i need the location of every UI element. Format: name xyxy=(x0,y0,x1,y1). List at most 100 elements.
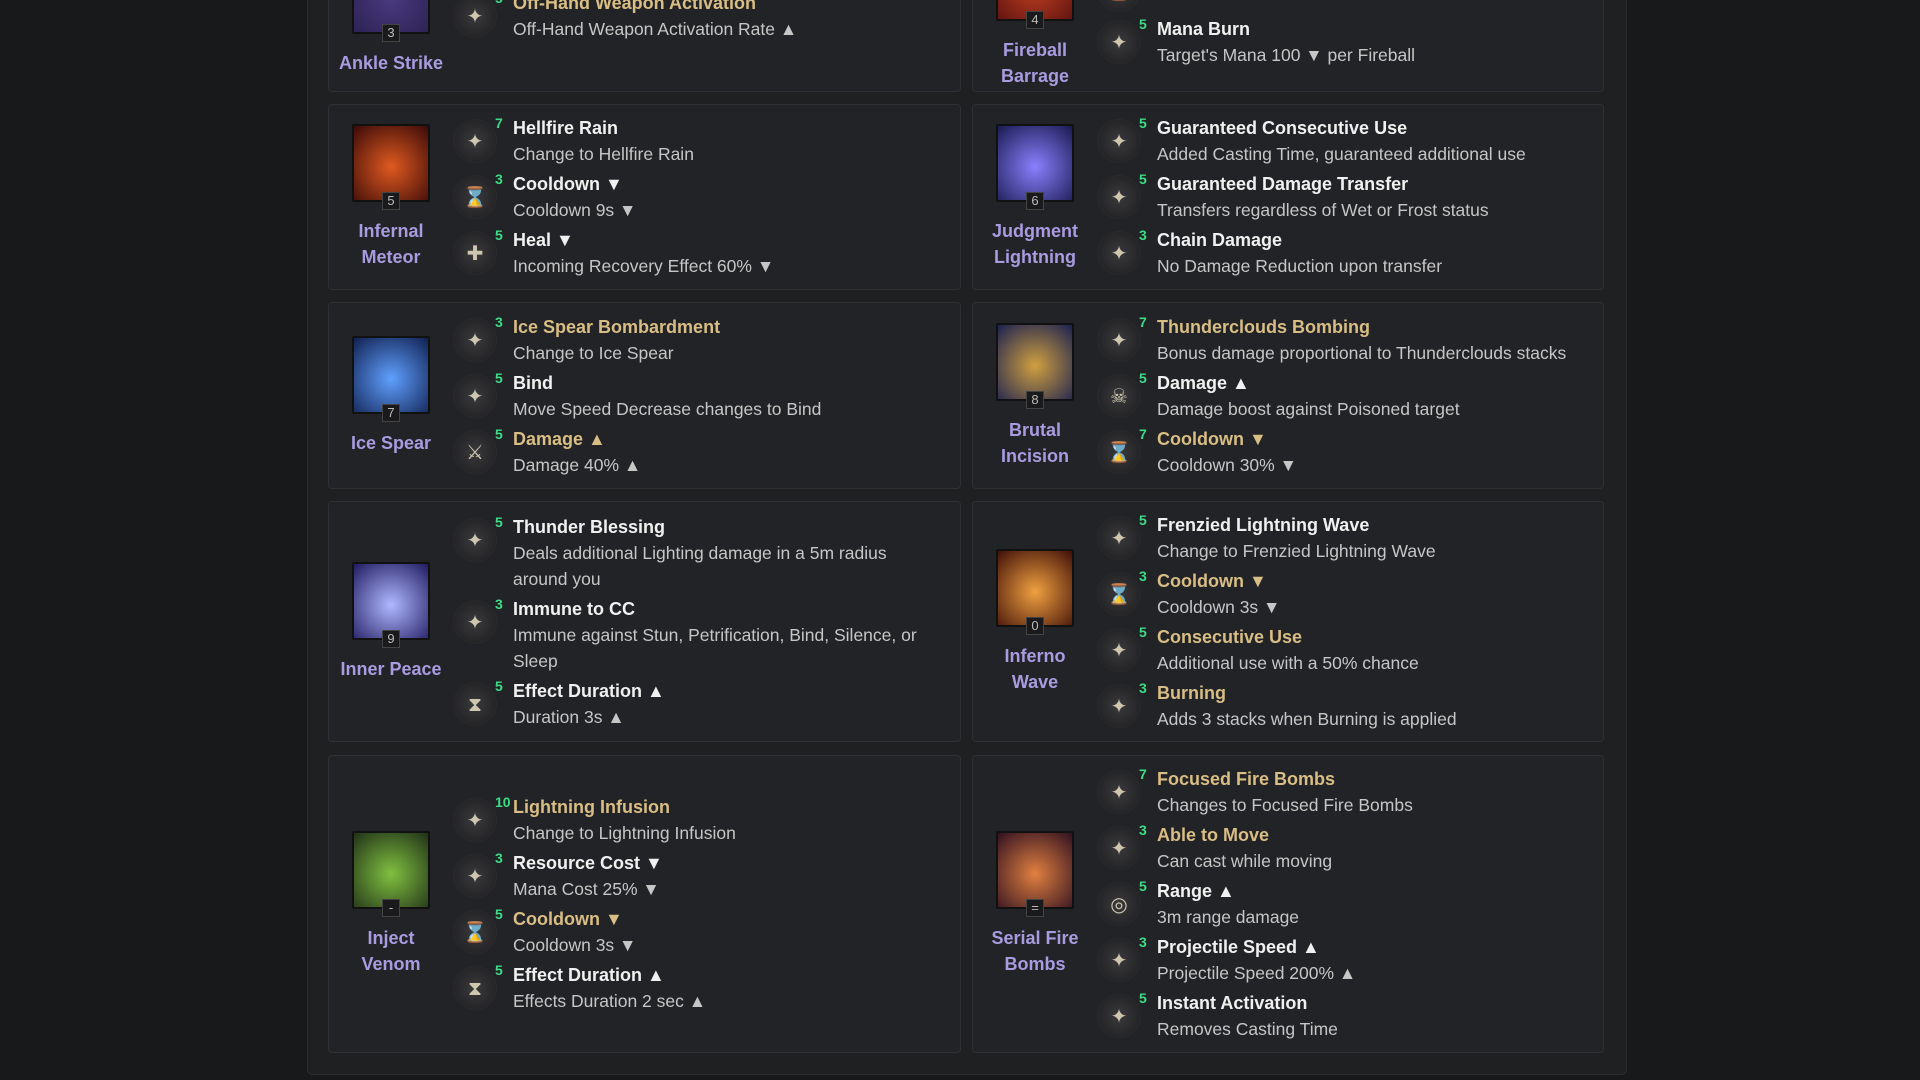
modifier-list: ✦ 7 Focused Fire Bombs Changes to Focuse… xyxy=(1097,766,1603,1042)
modifier[interactable]: ✦ 5 Instant Activation Removes Casting T… xyxy=(1097,990,1583,1042)
modifier[interactable]: ✚ 5 Heal ▼ Incoming Recovery Effect 60% … xyxy=(453,227,940,279)
skill-level-badge: 6 xyxy=(1026,192,1044,210)
skill-icon[interactable]: 3 xyxy=(352,0,430,42)
skill-level-badge: = xyxy=(1026,899,1044,917)
skill[interactable]: - Inject Venom xyxy=(329,831,453,977)
skill-icon[interactable]: 0 xyxy=(996,548,1074,635)
modifier-title: Frenzied Lightning Wave xyxy=(1157,514,1370,535)
modifier-list: ✦ 5 Off-Hand Weapon Activation Off-Hand … xyxy=(453,0,960,42)
modifier-title: Effect Duration ▲ xyxy=(513,965,665,985)
modifier[interactable]: ⌛ 5 Cooldown ▼ Cooldown 3s ▼ xyxy=(453,906,940,958)
skill-level-badge: 9 xyxy=(382,629,400,648)
consecutive-icon: ✦ xyxy=(1097,627,1141,672)
skill[interactable]: 5 Infernal Meteor xyxy=(329,124,453,270)
modifier-title: Projectile Speed ▲ xyxy=(1157,937,1320,957)
modifier-list: ✦ 5 Thunder Blessing Deals additional Li… xyxy=(453,514,960,730)
skill-icon[interactable]: 5 xyxy=(352,124,430,210)
modifier-title: Thunder Blessing xyxy=(513,516,666,537)
skill-name: Infernal Meteor xyxy=(358,221,424,267)
skill-icon[interactable]: 4 xyxy=(996,0,1074,29)
modifier[interactable]: ✦ 3 Burning Adds 3 stacks when Burning i… xyxy=(1097,680,1583,732)
skill-card: 0 Inferno Wave ✦ 5 Frenzied Lightning Wa… xyxy=(972,501,1604,742)
modifier[interactable]: ✦ 7 Hellfire Rain Change to Hellfire Rai… xyxy=(453,115,940,167)
modifier-level: 5 xyxy=(495,513,503,530)
modifier-level: 3 xyxy=(1139,227,1147,243)
modifier[interactable]: ✦ 7 Thunderclouds Bombing Bonus damage p… xyxy=(1097,314,1583,366)
modifier[interactable]: ✦ 3 Chain Damage No Damage Reduction upo… xyxy=(1097,227,1583,279)
skill-icon[interactable]: 8 xyxy=(996,322,1074,409)
skill[interactable]: 4 Fireball Barrage xyxy=(973,0,1097,89)
modifier[interactable]: ✦ 10 Lightning Infusion Change to Lightn… xyxy=(453,794,940,846)
skill-icon[interactable]: 7 xyxy=(352,335,430,422)
modifier-level: 3 xyxy=(495,171,503,187)
modifier[interactable]: ✦ 5 Off-Hand Weapon Activation Off-Hand … xyxy=(453,0,940,42)
modifier[interactable]: ✦ 5 Consecutive Use Additional use with … xyxy=(1097,624,1583,676)
modifier-title: Effect Duration ▲ xyxy=(513,680,665,701)
skill[interactable]: = Serial Fire Bombs xyxy=(973,831,1097,977)
skill[interactable]: 0 Inferno Wave xyxy=(973,548,1097,695)
skill-name: Judgment Lightning xyxy=(991,221,1078,267)
damage-icon: ⚔ xyxy=(453,429,497,474)
modifier[interactable]: ⧗ 5 Effect Duration ▲ Effects Duration 2… xyxy=(453,962,940,1014)
skill[interactable]: 7 Ice Spear xyxy=(329,335,453,456)
modifier[interactable]: ⌛ 3 Cooldown ▼ Cooldown 9s ▼ xyxy=(453,171,940,223)
modifier[interactable]: ✦ 5 Guaranteed Damage Transfer Transfers… xyxy=(1097,171,1583,223)
modifier-list: ✦ 5 Guaranteed Consecutive Use Added Cas… xyxy=(1097,115,1603,279)
skill[interactable]: 8 Brutal Incision xyxy=(973,322,1097,469)
modifier[interactable]: ✦ 3 Resource Cost ▼ Mana Cost 25% ▼ xyxy=(453,850,940,902)
skill-card: 8 Brutal Incision ✦ 7 Thunderclouds Bomb… xyxy=(972,302,1604,489)
modifier[interactable]: ✦ 7 Focused Fire Bombs Changes to Focuse… xyxy=(1097,766,1583,818)
modifier-level: 5 xyxy=(1139,511,1147,528)
skill[interactable]: 3 Ankle Strike xyxy=(329,0,453,76)
modifier[interactable]: ◎ 5 Range ▲ 3m range damage xyxy=(1097,878,1583,930)
modifier[interactable]: ✦ 5 Mana Burn Target's Mana 100 ▼ per Fi… xyxy=(1097,16,1583,68)
modifier[interactable]: ✦ 5 Frenzied Lightning Wave Change to Fr… xyxy=(1097,512,1583,564)
modifier-level: 7 xyxy=(1139,313,1147,330)
skull-icon: ☠ xyxy=(1097,373,1141,418)
modifier[interactable]: ⌛ Cooldown 5s ▼ xyxy=(1097,0,1583,12)
skill-icon[interactable]: 9 xyxy=(352,561,430,648)
modifier-description: Transfers regardless of Wet or Frost sta… xyxy=(1157,200,1489,220)
skill-icon[interactable]: = xyxy=(996,831,1074,917)
skill-name: Ice Spear xyxy=(350,432,432,453)
burning-icon: ✦ xyxy=(1097,683,1141,728)
skill-name: Inner Peace xyxy=(340,658,442,679)
modifier[interactable]: ⌛ 3 Cooldown ▼ Cooldown 3s ▼ xyxy=(1097,568,1583,620)
modifier-title: Hellfire Rain xyxy=(513,118,619,138)
modifier[interactable]: ✦ 3 Projectile Speed ▲ Projectile Speed … xyxy=(1097,934,1583,986)
modifier[interactable]: ✦ 5 Guaranteed Consecutive Use Added Cas… xyxy=(1097,115,1583,167)
cooldown-icon: ⌛ xyxy=(1097,429,1141,474)
modifier-description: Mana Cost 25% ▼ xyxy=(513,879,660,899)
modifier[interactable]: ✦ 5 Bind Move Speed Decrease changes to … xyxy=(453,370,940,422)
skill-level-badge: 5 xyxy=(382,192,400,210)
modifier-level: 7 xyxy=(1139,766,1147,782)
modifier-title: Resource Cost ▼ xyxy=(513,853,663,873)
modifier[interactable]: ✦ 3 Able to Move Can cast while moving xyxy=(1097,822,1583,874)
modifier-description: Change to Frenzied Lightning Wave xyxy=(1157,540,1436,561)
modifier-level: 5 xyxy=(495,425,503,442)
modifier[interactable]: ✦ 5 Thunder Blessing Deals additional Li… xyxy=(453,514,940,592)
modifier[interactable]: ☠ 5 Damage ▲ Damage boost against Poison… xyxy=(1097,370,1583,422)
skill[interactable]: 6 Judgment Lightning xyxy=(973,124,1097,270)
modifier-title: Heal ▼ xyxy=(513,230,574,250)
modifier-level: 5 xyxy=(1139,990,1147,1006)
skill-icon[interactable]: 6 xyxy=(996,124,1074,210)
bind-icon: ✦ xyxy=(453,373,497,418)
modifier[interactable]: ⧗ 5 Effect Duration ▲ Duration 3s ▲ xyxy=(453,678,940,730)
skill[interactable]: 9 Inner Peace xyxy=(329,561,453,682)
immune-icon: ✦ xyxy=(453,599,497,644)
modifier-description: Removes Casting Time xyxy=(1157,1019,1338,1039)
modifier[interactable]: ✦ 3 Ice Spear Bombardment Change to Ice … xyxy=(453,314,940,366)
modifier[interactable]: ⌛ 7 Cooldown ▼ Cooldown 30% ▼ xyxy=(1097,426,1583,478)
cooldown-icon: ⌛ xyxy=(453,910,497,954)
skill-name: Ankle Strike xyxy=(338,53,444,73)
skill-icon[interactable]: - xyxy=(352,831,430,917)
fire-bombs-icon: ✦ xyxy=(1097,770,1141,814)
modifier-level: 10 xyxy=(495,794,511,810)
modifier-list: ✦ 7 Hellfire Rain Change to Hellfire Rai… xyxy=(453,115,960,279)
mana-burn-icon: ✦ xyxy=(1097,20,1141,64)
skill-level-badge: 3 xyxy=(382,24,400,42)
modifier[interactable]: ⚔ 5 Damage ▲ Damage 40% ▲ xyxy=(453,426,940,478)
modifier-level: 3 xyxy=(495,850,503,866)
modifier[interactable]: ✦ 3 Immune to CC Immune against Stun, Pe… xyxy=(453,596,940,674)
